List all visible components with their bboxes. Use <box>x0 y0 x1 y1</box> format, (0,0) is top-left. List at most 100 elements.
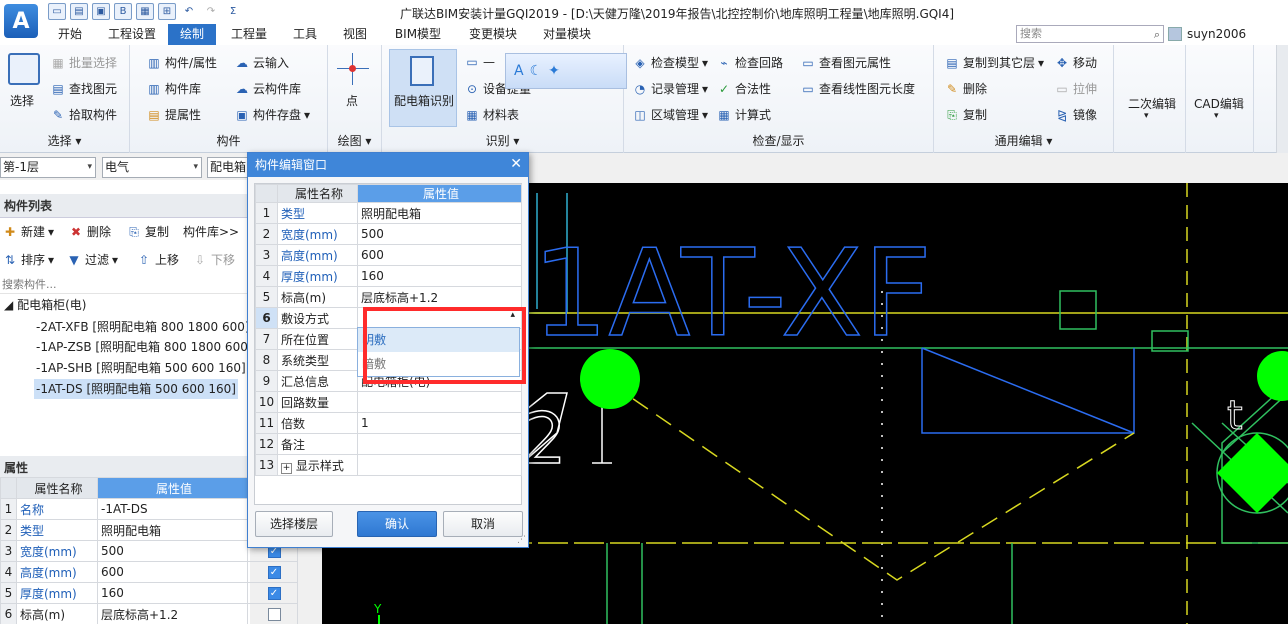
cad-edit-chevron-icon[interactable]: ▾ <box>1214 111 1219 121</box>
secondary-edit-chevron-icon[interactable]: ▾ <box>1144 111 1149 121</box>
table-row[interactable]: 5 标高(m) 层底标高+1.2 <box>255 286 522 308</box>
cad-edit-button[interactable]: CAD编辑 <box>1194 95 1244 112</box>
table-row[interactable]: 2 宽度(mm) 500 <box>255 223 522 245</box>
table-row[interactable]: 4 高度(mm) 600 ✓ <box>0 561 298 583</box>
record-manage-button[interactable]: ◔ 记录管理 ▾ <box>632 80 708 97</box>
move-down-button[interactable]: ⇩ 下移 <box>192 251 235 268</box>
point-button[interactable]: 点 <box>346 92 358 109</box>
move-up-button[interactable]: ⇧ 上移 <box>136 251 179 268</box>
delete-component-button[interactable]: ✖ 删除 <box>68 223 111 240</box>
table-row[interactable]: 5 厚度(mm) 160 ✓ <box>0 582 298 604</box>
checkbox-checked[interactable]: ✓ <box>267 566 281 579</box>
tab-change-module[interactable]: 变更模块 <box>458 24 528 45</box>
table-row[interactable]: 12 备注 <box>255 433 522 455</box>
new-component-button[interactable]: ✚ 新建 ▾ <box>2 223 54 240</box>
tab-draw[interactable]: 绘制 <box>168 24 216 45</box>
batch-select-button[interactable]: ▦ 批量选择 <box>50 54 117 71</box>
tab-project-settings[interactable]: 工程设置 <box>100 24 164 45</box>
find-element-button[interactable]: ▤ 查找图元 <box>50 80 117 97</box>
select-group-label[interactable]: 选择 ▾ <box>0 132 129 149</box>
recognize-group-label[interactable]: 识别 ▾ <box>382 132 623 149</box>
sum-icon[interactable]: Σ <box>224 3 242 20</box>
grid-icon[interactable]: ⊞ <box>158 3 176 20</box>
table-row[interactable]: 4 厚度(mm) 160 <box>255 265 522 287</box>
comp-save-button[interactable]: ▣ 构件存盘 ▾ <box>234 106 310 123</box>
ok-button[interactable]: 确认 <box>357 511 437 537</box>
tree-root[interactable]: ◢ 配电箱柜(电) <box>4 295 86 315</box>
paste-icon[interactable]: ▦ <box>136 3 154 20</box>
new-file-icon[interactable]: ▭ <box>48 3 66 20</box>
tab-quantity[interactable]: 工程量 <box>222 24 276 45</box>
secondary-edit-button[interactable]: 二次编辑 <box>1128 95 1176 112</box>
bim-icon[interactable]: B <box>114 3 132 20</box>
view-elem-attr-button[interactable]: ▭ 查看图元属性 <box>800 54 891 71</box>
filter-button[interactable]: ▼ 过滤 ▾ <box>66 251 118 268</box>
draw-group-label[interactable]: 绘图 ▾ <box>328 132 381 149</box>
close-icon[interactable]: ✕ <box>510 157 522 171</box>
formula-button[interactable]: ▦ 计算式 <box>716 106 771 123</box>
cancel-button[interactable]: 取消 <box>443 511 523 537</box>
extract-attr-button[interactable]: ▤ 提属性 <box>146 106 201 123</box>
delete-button[interactable]: ✎ 删除 <box>944 80 987 97</box>
search-input[interactable]: 搜索 ⌕ <box>1016 25 1164 43</box>
search-icon[interactable]: ⌕ <box>1154 27 1160 43</box>
checkbox[interactable] <box>267 608 281 621</box>
undo-icon[interactable]: ↶ <box>180 3 198 20</box>
comp-lib-button[interactable]: ▥ 构件库 <box>146 80 201 97</box>
area-manage-button[interactable]: ◫ 区域管理 ▾ <box>632 106 708 123</box>
dist-box-recognize-button[interactable]: 配电箱识别 <box>389 49 457 127</box>
ime-toolbar[interactable]: A ☾ ✦ <box>505 53 627 89</box>
sort-button[interactable]: ⇅ 排序 ▾ <box>2 251 54 268</box>
dialog-title[interactable]: 构件编辑窗口 <box>248 153 528 177</box>
open-file-icon[interactable]: ▤ <box>70 3 88 20</box>
pick-component-button[interactable]: ✎ 拾取构件 <box>50 106 117 123</box>
user-name[interactable]: suyn2006 <box>1187 27 1246 41</box>
recognize-icon-button[interactable]: ▭ — <box>464 54 495 70</box>
table-row[interactable]: 3 高度(mm) 600 <box>255 244 522 266</box>
save-icon[interactable]: ▣ <box>92 3 110 20</box>
tree-item[interactable]: -1AP-SHB [照明配电箱 500 600 160] <box>36 358 246 378</box>
check-model-button[interactable]: ◈ 检查模型 ▾ <box>632 54 708 71</box>
legality-button[interactable]: ✓ 合法性 <box>716 80 771 97</box>
redo-icon[interactable]: ↷ <box>202 3 220 20</box>
floor-select[interactable]: 第-1层 ▾ <box>0 157 96 178</box>
comp-attr-button[interactable]: ▥ 构件/属性 <box>146 54 217 71</box>
tab-view[interactable]: 视图 <box>332 24 378 45</box>
table-row[interactable]: 11 倍数 1 <box>255 412 522 434</box>
component-search-input[interactable]: 搜索构件... <box>0 276 250 294</box>
stretch-button[interactable]: ▭ 拉伸 <box>1054 80 1097 97</box>
edit-group-label[interactable]: 通用编辑 ▾ <box>934 132 1113 149</box>
table-row[interactable]: 10 回路数量 <box>255 391 522 413</box>
material-table-button[interactable]: ▦ 材料表 <box>464 106 519 123</box>
move-button[interactable]: ✥ 移动 <box>1054 54 1097 71</box>
table-row[interactable]: 6 标高(m) 层底标高+1.2 <box>0 603 298 624</box>
component-lib-button[interactable]: 构件库>> <box>183 223 239 240</box>
select-floor-button[interactable]: 选择楼层 <box>255 511 333 537</box>
select-button[interactable]: 选择 <box>10 92 34 109</box>
cloud-input-button[interactable]: ☁ 云输入 <box>234 54 289 71</box>
tab-bim-model[interactable]: BIM模型 <box>382 24 454 45</box>
copy-button[interactable]: ⎘ 复制 <box>944 106 987 123</box>
check-circuit-button[interactable]: ⌁ 检查回路 <box>716 54 783 71</box>
ribbon-scrollbar[interactable] <box>1276 45 1288 153</box>
tree-item-selected[interactable]: -1AT-DS [照明配电箱 500 600 160] <box>34 379 238 399</box>
tab-reconcile-module[interactable]: 对量模块 <box>532 24 602 45</box>
tab-tools[interactable]: 工具 <box>282 24 328 45</box>
table-row[interactable]: 13 + 显示样式 <box>255 454 522 476</box>
table-row[interactable]: 1 类型 照明配电箱 <box>255 202 522 224</box>
mirror-button[interactable]: ⧎ 镜像 <box>1054 106 1097 123</box>
major-select[interactable]: 电气 ▾ <box>102 157 202 178</box>
copy-component-button[interactable]: ⎘ 复制 <box>126 223 169 240</box>
expand-icon[interactable]: + <box>281 462 292 474</box>
app-logo-icon[interactable]: A <box>4 4 38 38</box>
tab-start[interactable]: 开始 <box>46 24 94 45</box>
view-line-length-button[interactable]: ▭ 查看线性图元长度 <box>800 80 915 97</box>
tree-item[interactable]: -2AT-XFB [照明配电箱 800 1800 600] <box>36 317 250 337</box>
copy-to-floor-button[interactable]: ▤ 复制到其它层 ▾ <box>944 54 1044 71</box>
tree-item[interactable]: -1AP-ZSB [照明配电箱 800 1800 600] <box>36 337 253 357</box>
type-select[interactable]: 配电箱 <box>207 157 252 178</box>
collapse-icon[interactable]: ◢ <box>4 298 13 312</box>
resize-grip-icon[interactable]: ⋰ <box>517 535 526 545</box>
cloud-comp-lib-button[interactable]: ☁ 云构件库 <box>234 80 301 97</box>
checkbox-checked[interactable]: ✓ <box>267 587 281 600</box>
